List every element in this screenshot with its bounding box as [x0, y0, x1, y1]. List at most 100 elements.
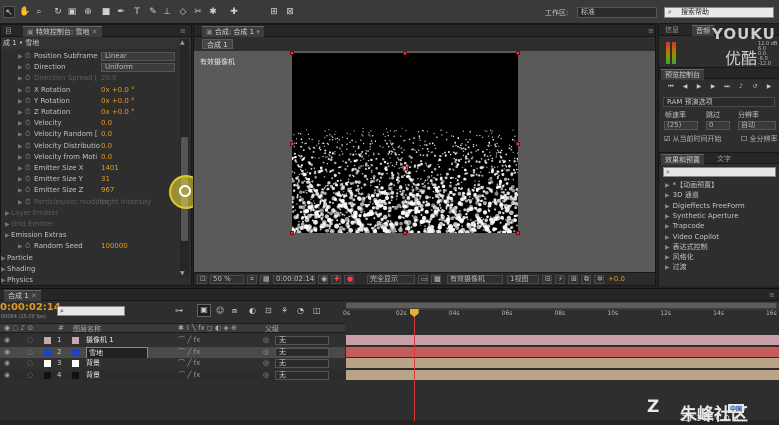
effect-category-item[interactable]: ▶ Video Copilot — [665, 232, 719, 242]
view-select[interactable]: 有效摄像机 — [447, 275, 503, 284]
zoom-select[interactable]: 50 % — [210, 275, 244, 284]
region-of-interest-icon[interactable]: ▭ — [418, 275, 428, 284]
effect-category-item[interactable]: ▶ Trapcode — [665, 221, 704, 231]
from-current-checkbox[interactable]: ☑ 从当前时间开始 — [664, 134, 722, 144]
effect-property-row[interactable]: ▶ ⏱ Velocity 0.0 — [1, 118, 183, 129]
expand-triangle-icon[interactable]: ▶ — [18, 129, 23, 140]
effect-group-row[interactable]: ▶ Shading — [0, 264, 179, 275]
stopwatch-icon[interactable]: ⏱ — [25, 96, 30, 107]
effect-property-value[interactable]: 0.0 — [101, 152, 112, 163]
stopwatch-icon[interactable]: ⏱ — [25, 174, 30, 185]
effect-property-row[interactable]: ▶ ⏱ Direction Uniform — [1, 62, 183, 73]
grid-icon[interactable]: ▦ — [260, 275, 270, 284]
effect-category-item[interactable]: ▶ Digieffects FreeForm — [665, 201, 745, 211]
effect-property-row[interactable]: ▶ ⏱ Emitter Size X 1401 — [1, 163, 183, 174]
eraser-tool-icon[interactable]: ◇ — [177, 6, 189, 18]
resolution-select[interactable]: 完全显示 — [367, 275, 415, 284]
tab-effect-controls[interactable]: ▣ 特效控制台: 雪地 ✕ — [23, 26, 102, 37]
snap-icon[interactable]: ⊠ — [284, 6, 296, 18]
tab-audio[interactable]: 音频 — [692, 25, 714, 36]
ram-options-select[interactable]: RAM 预演选项 — [663, 97, 775, 107]
effect-property-row[interactable]: ▶ Layer Emitter — [1, 208, 183, 219]
effect-property-row[interactable]: ▶ ⏱ Emitter Size Z 967 — [1, 185, 183, 196]
stopwatch-icon[interactable]: ⏱ — [25, 73, 30, 84]
expand-triangle-icon[interactable]: ▶ — [18, 85, 23, 96]
layer-duration-bar[interactable] — [346, 346, 779, 357]
effect-property-row[interactable]: ▶ Grid Emitter — [1, 219, 183, 230]
scroll-down-icon[interactable]: ▼ — [180, 270, 185, 277]
skip-select[interactable]: 0 — [706, 121, 730, 130]
stopwatch-icon[interactable]: ⏱ — [25, 197, 30, 208]
effect-property-row[interactable]: ▶ ⏱ Y Rotation 0x +0.0 ° — [1, 96, 183, 107]
show-channel-icon[interactable]: ✚ — [331, 275, 341, 284]
effect-property-value[interactable]: 31 — [101, 174, 110, 185]
effect-property-value[interactable]: 967 — [101, 185, 114, 196]
color-channel-icon[interactable]: ● — [344, 275, 354, 284]
frame-rate-select[interactable]: (25) — [664, 121, 698, 130]
layer-duration-bar[interactable] — [346, 369, 779, 380]
flowchart-icon[interactable]: ⧉ — [581, 275, 591, 284]
axis-mode-icon[interactable]: ✚ — [228, 6, 240, 18]
stopwatch-icon[interactable]: ⏱ — [25, 85, 30, 96]
anchor-point-icon[interactable] — [403, 166, 408, 171]
effect-property-dropdown[interactable]: Uniform — [101, 63, 175, 73]
expand-triangle-icon[interactable]: ▶ — [18, 152, 23, 163]
handle-mr[interactable] — [516, 142, 520, 146]
effect-property-row[interactable]: ▶ ⏱ Direction Spread [20.0 — [1, 73, 183, 84]
hand-tool-icon[interactable]: ✋ — [19, 6, 31, 18]
effect-property-value[interactable]: 0x +0.0 ° — [101, 96, 135, 107]
view-layout-select[interactable]: 1视图 — [507, 275, 539, 284]
effect-property-row[interactable]: ▶ ⏱ Velocity Random [0.0 — [1, 129, 183, 140]
snapshot-icon[interactable]: ◉ — [318, 275, 328, 284]
effect-property-dropdown[interactable]: Linear — [101, 52, 175, 61]
comp-panel-menu-icon[interactable]: ≡ — [644, 26, 658, 37]
expand-triangle-icon[interactable]: ▶ — [18, 107, 23, 118]
layer-duration-bar[interactable] — [346, 358, 779, 368]
effect-property-row[interactable]: ▶ Emission Extras — [1, 230, 183, 241]
effect-property-row[interactable]: ▶ ⏱ Random Seed 100000 — [1, 241, 183, 252]
effect-property-row[interactable]: ▶ ⏱ Emitter Size Y 31 — [1, 174, 183, 185]
comp-sub-tab[interactable]: 合成 1 — [202, 39, 233, 49]
play-icon[interactable]: ▶ — [694, 83, 704, 91]
loop-icon[interactable]: ↺ — [750, 83, 760, 91]
tab-preview[interactable]: 预览控制台 — [661, 69, 704, 80]
safe-zones-icon[interactable]: ⌗ — [247, 275, 257, 284]
layer-duration-bar[interactable] — [346, 335, 779, 345]
type-tool-icon[interactable]: T — [131, 6, 143, 18]
stopwatch-icon[interactable]: ⏱ — [25, 129, 30, 140]
current-time-display[interactable]: 0:00:02:14 — [273, 275, 315, 284]
roto-tool-icon[interactable]: ✂ — [192, 6, 204, 18]
stopwatch-icon[interactable]: ⏱ — [25, 163, 30, 174]
fast-preview-icon[interactable]: ⚡ — [555, 275, 565, 284]
stopwatch-icon[interactable]: ⏱ — [25, 51, 30, 62]
brush-tool-icon[interactable]: ✎ — [147, 6, 159, 18]
rectangle-tool-icon[interactable]: ■ — [100, 6, 112, 18]
effect-category-item[interactable]: ▶ *【动画预置】 — [665, 180, 718, 190]
pan-behind-tool-icon[interactable]: ⊕ — [82, 6, 94, 18]
effect-property-value[interactable]: 0x +0.0 ° — [101, 107, 135, 118]
expand-triangle-icon[interactable]: ▶ — [18, 174, 23, 185]
comp-canvas[interactable] — [292, 53, 518, 233]
puppet-tool-icon[interactable]: ✱ — [207, 6, 219, 18]
effect-property-row[interactable]: ▶ ⏱ Position Subframe Linear — [1, 51, 183, 62]
prev-frame-icon[interactable]: ◀ — [680, 83, 690, 91]
effect-category-item[interactable]: ▶ Synthetic Aperture — [665, 211, 739, 221]
stopwatch-icon[interactable]: ⏱ — [25, 185, 30, 196]
expand-triangle-icon[interactable]: ▶ — [1, 264, 6, 275]
resolution-select-preview[interactable]: 自动 — [738, 121, 776, 130]
handle-tr[interactable] — [516, 51, 520, 55]
expand-triangle-icon[interactable]: ▶ — [5, 208, 10, 219]
composition-viewer[interactable]: 有效摄像机 — [194, 51, 655, 274]
effect-property-value[interactable]: 0.0 — [101, 141, 112, 152]
handle-bm[interactable] — [403, 231, 407, 235]
expand-triangle-icon[interactable]: ▶ — [18, 96, 23, 107]
expand-triangle-icon[interactable]: ▶ — [1, 275, 6, 286]
effect-property-value[interactable]: Light Intensity — [101, 197, 151, 208]
pixel-aspect-icon[interactable]: ⊟ — [542, 275, 552, 284]
effect-property-value[interactable]: 0.0 — [101, 118, 112, 129]
zoom-tool-icon[interactable]: ⌕ — [33, 6, 45, 18]
effect-category-item[interactable]: ▶ 表达式控制 — [665, 242, 708, 252]
expand-triangle-icon[interactable]: ▶ — [5, 230, 10, 241]
workspace-select[interactable]: 标准 — [577, 7, 657, 18]
expand-triangle-icon[interactable]: ▶ — [18, 141, 23, 152]
